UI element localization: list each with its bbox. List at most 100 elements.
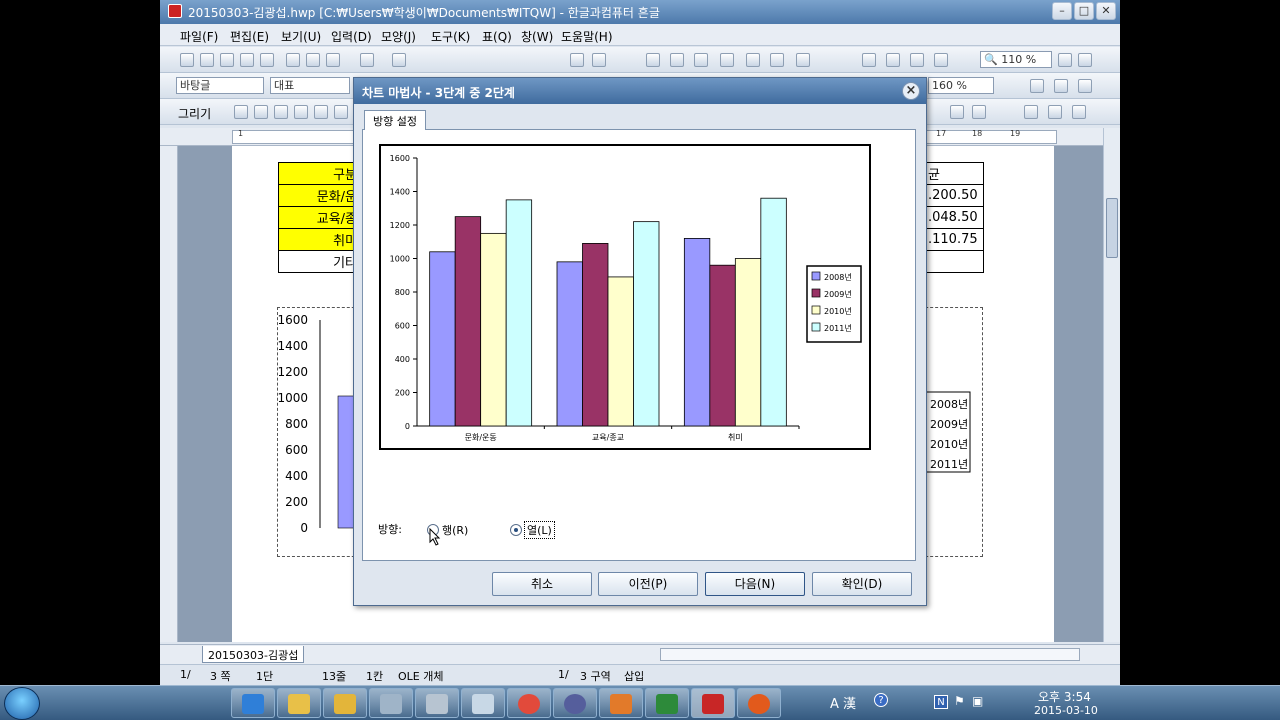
ok-button[interactable]: 확인(D) [812,572,912,596]
radio-column-label[interactable]: 열(L) [524,521,555,539]
ie-icon[interactable] [231,688,275,718]
open-icon[interactable] [200,53,214,67]
align-center-icon[interactable] [1054,79,1068,93]
page-icon[interactable] [910,53,924,67]
symbol-icon[interactable] [770,53,784,67]
draw-label[interactable]: 그리기 [178,105,211,122]
line-tool-icon[interactable] [234,105,248,119]
zoom2-select[interactable]: 160 % [928,77,994,94]
arc-tool-icon[interactable] [294,105,308,119]
align-right-icon[interactable] [1078,79,1092,93]
menu-help[interactable]: 도움말(H) [561,28,613,45]
status-insert-mode[interactable]: 삽입 [624,668,644,684]
folder2-icon[interactable] [323,688,367,718]
hwp-taskbar-icon[interactable] [691,688,735,718]
grid-icon[interactable] [862,53,876,67]
zoom-out-icon[interactable] [1058,53,1072,67]
char-map-icon[interactable] [796,53,810,67]
menu-format[interactable]: 모양(J) [381,28,416,45]
preview-icon[interactable] [260,53,274,67]
menu-insert[interactable]: 입력(D) [331,28,372,45]
copy-icon[interactable] [306,53,320,67]
zoom-select[interactable]: 🔍 110 % [980,51,1052,68]
next-button[interactable]: 다음(N) [705,572,805,596]
help-icon[interactable]: ? [874,693,888,707]
undo-icon[interactable] [360,53,374,67]
table-cell[interactable]: .200.50 [926,184,984,207]
app-spy-icon[interactable] [415,688,459,718]
menu-tools[interactable]: 도구(K) [431,28,470,45]
table-cell[interactable]: .110.75 [926,228,984,251]
rect-tool-icon[interactable] [254,105,268,119]
app-icon[interactable] [168,4,182,18]
scroll-thumb[interactable] [1106,198,1118,258]
radio-column-circle[interactable] [510,524,522,536]
find-icon[interactable] [570,53,584,67]
data-table-right[interactable]: 균 .200.50 .048.50 .110.75 [926,162,984,273]
zoom-in-icon[interactable] [1078,53,1092,67]
prev-button[interactable]: 이전(P) [598,572,698,596]
clock-date[interactable]: 2015-03-10 [1034,704,1098,717]
align-left-icon[interactable] [1030,79,1044,93]
start-orb-icon[interactable] [4,687,40,720]
table-cell-empty[interactable] [926,250,984,273]
naver-badge[interactable]: N [934,695,948,709]
tab-direction[interactable]: 방향 설정 [364,110,426,130]
ime-indicator[interactable]: A 漢 [830,693,856,712]
chrome-icon[interactable] [507,688,551,718]
link-icon[interactable] [646,53,660,67]
save-icon[interactable] [220,53,234,67]
menu-table[interactable]: 표(Q) [482,28,512,45]
paste-icon[interactable] [326,53,340,67]
clock-time[interactable]: 오후 3:54 [1038,688,1091,705]
ellipse-tool-icon[interactable] [274,105,288,119]
line-color-icon[interactable] [972,105,986,119]
vertical-ruler[interactable] [160,146,178,642]
doc-tab[interactable]: 20150303-김광섭 [202,646,305,663]
app-tool-icon[interactable] [369,688,413,718]
folder-icon[interactable] [277,688,321,718]
table-cell[interactable]: .048.50 [926,206,984,229]
excel-icon[interactable] [645,688,689,718]
group-icon[interactable] [1048,105,1062,119]
menu-edit[interactable]: 편집(E) [230,28,269,45]
spell-icon[interactable] [592,53,606,67]
status-sec-page: 1/ [558,668,569,681]
app-show-icon[interactable] [599,688,643,718]
equation-icon[interactable] [746,53,760,67]
layout-icon[interactable] [886,53,900,67]
table-icon[interactable] [694,53,708,67]
network-icon[interactable]: ▣ [972,694,983,708]
chart-preview: 1600 1400 1200 1000 800 600 400 200 0 문화/운동 교육/종교 취… [379,144,871,450]
menu-view[interactable]: 보기(U) [281,28,321,45]
minimize-button[interactable]: – [1052,2,1072,20]
curve-tool-icon[interactable] [334,105,348,119]
new-doc-icon[interactable] [180,53,194,67]
picture-icon[interactable] [670,53,684,67]
maximize-button[interactable]: □ [1074,2,1094,20]
app-m-icon[interactable] [737,688,781,718]
multi-page-icon[interactable] [934,53,948,67]
menu-file[interactable]: 파일(F) [180,28,218,45]
style-select[interactable]: 바탕글 [176,77,264,94]
arrange-icon[interactable] [1024,105,1038,119]
pen-icon[interactable] [1072,105,1086,119]
menu-window[interactable]: 창(W) [521,28,553,45]
horizontal-scrollbar[interactable] [660,648,1080,661]
chart-icon[interactable] [720,53,734,67]
fill-icon[interactable] [950,105,964,119]
print-icon[interactable] [240,53,254,67]
cut-icon[interactable] [286,53,300,67]
redo-icon[interactable] [392,53,406,67]
radio-row-label[interactable]: 행(R) [442,522,468,538]
vertical-scrollbar[interactable] [1103,128,1120,642]
app-s-icon[interactable] [553,688,597,718]
dialog-close-icon[interactable]: × [902,82,920,100]
close-button[interactable]: ✕ [1096,2,1116,20]
app-board-icon[interactable] [461,688,505,718]
font-group-select[interactable]: 대표 [270,77,350,94]
table-cell[interactable]: 균 [926,162,984,185]
polygon-tool-icon[interactable] [314,105,328,119]
flag-icon[interactable]: ⚑ [954,694,965,708]
cancel-button[interactable]: 취소 [492,572,592,596]
